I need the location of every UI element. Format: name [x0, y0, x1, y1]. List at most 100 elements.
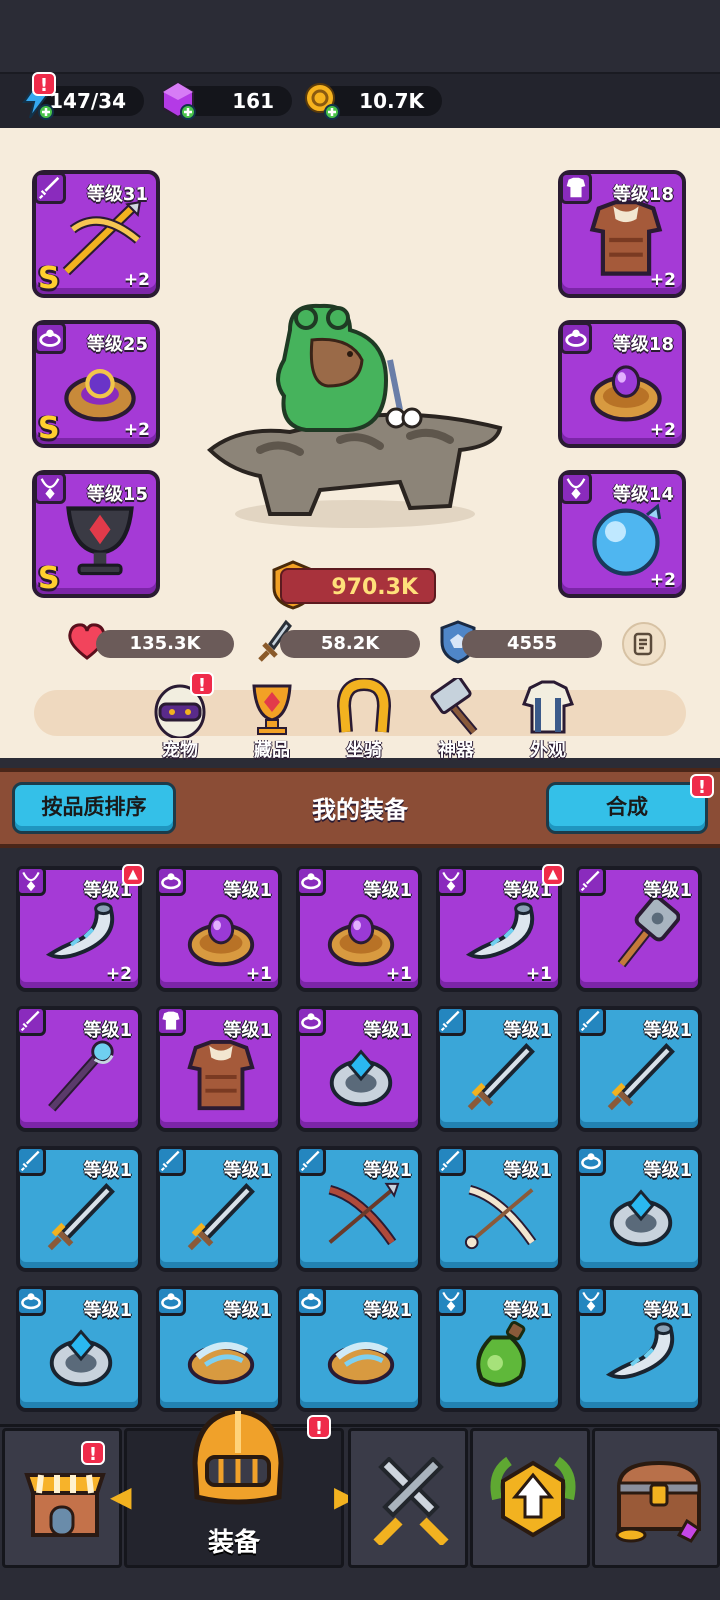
equipment-card[interactable]: 等级1 — [436, 1146, 562, 1272]
equipment-card[interactable]: 等级1 — [16, 1006, 142, 1132]
slot-level: 等级31 — [86, 184, 148, 205]
menu-item-label: 神器 — [438, 740, 474, 761]
item-level: 等级1 — [223, 1300, 272, 1321]
ring-icon — [296, 866, 326, 896]
sort-button-label: 按品质排序 — [41, 795, 147, 819]
merge-button[interactable]: 合成 — [546, 782, 708, 834]
upgrade-icon — [490, 1456, 576, 1538]
equipment-card[interactable]: 等级1 — [296, 1006, 422, 1132]
hero-character — [200, 300, 510, 540]
item-level: 等级1 — [83, 1020, 132, 1041]
crystal-ring-icon — [609, 1189, 673, 1247]
equipment-card[interactable]: 等级1 — [576, 1286, 702, 1412]
gem-icon[interactable] — [156, 78, 200, 122]
menu-item-trophy[interactable]: 藏品 — [232, 676, 312, 761]
nav-tab-battle[interactable] — [348, 1428, 468, 1568]
combat-power-value: 970.3K — [331, 575, 418, 600]
shop-alert-icon: ! — [81, 1441, 105, 1465]
equipment-card[interactable]: 等级1 — [576, 866, 702, 992]
sort-by-quality-button[interactable]: 按品质排序 — [12, 782, 176, 834]
horn-icon — [605, 1322, 675, 1379]
sword-icon — [16, 1146, 46, 1176]
merge-alert-icon: ! — [690, 774, 714, 798]
equipment-card[interactable]: 等级1 — [16, 1146, 142, 1272]
menu-item-outfit[interactable]: 外观 — [508, 676, 588, 761]
equipment-card[interactable]: 等级1 — [156, 1286, 282, 1412]
hammer-icon — [430, 675, 478, 735]
item-level: 等级1 — [643, 1300, 692, 1321]
merge-button-label: 合成 — [606, 795, 648, 819]
ring-icon — [296, 1286, 326, 1316]
equipment-card[interactable]: 等级1 — [436, 1286, 562, 1412]
crossed-swords-icon — [373, 1457, 449, 1545]
menu-item-label: 外观 — [530, 740, 566, 761]
item-level: 等级1 — [223, 1160, 272, 1181]
item-plus: +2 — [105, 964, 132, 984]
sword-icon — [296, 1146, 326, 1176]
slot-grade: S — [38, 261, 60, 296]
menu-alert-icon: ! — [190, 672, 214, 696]
nav-tab-treasure[interactable] — [592, 1428, 720, 1568]
equipment-title: 我的装备 — [260, 790, 460, 825]
menu-item-horseshoe[interactable]: 坐骑 — [324, 676, 404, 761]
slot-grade: S — [38, 411, 60, 446]
nav-tab-equipment[interactable]: 装备 ! — [124, 1408, 344, 1568]
equipment-card[interactable]: 等级1 +2 ▲ — [16, 864, 144, 992]
equipment-card[interactable]: 等级1 +1 — [156, 866, 282, 992]
necklace-icon — [576, 1286, 606, 1316]
crystal-ring-icon — [329, 1049, 393, 1107]
slot-plus: +2 — [649, 420, 676, 440]
horseshoe-icon — [336, 676, 392, 733]
sword-icon — [436, 1006, 466, 1036]
nav-tab-shop[interactable]: ! — [2, 1428, 122, 1568]
equipment-card[interactable]: 等级1 — [296, 1146, 422, 1272]
item-level: 等级1 — [503, 1160, 552, 1181]
equipment-card[interactable]: 等级1 — [576, 1146, 702, 1272]
menu-item-label: 坐骑 — [346, 740, 382, 761]
nav-tab-equipment-label: 装备 — [207, 1528, 260, 1558]
equipment-card[interactable]: 等级1 +1 — [296, 866, 422, 992]
slot-level: 等级14 — [612, 484, 674, 505]
equipped-slot-left-1[interactable]: 等级31 +2 S — [32, 170, 160, 298]
equipped-slot-right-3[interactable]: 等级14 +2 — [558, 470, 686, 598]
chalice-icon — [66, 506, 134, 576]
bone-bow-icon — [464, 1184, 537, 1250]
slot-level: 等级18 — [612, 334, 674, 355]
item-level: 等级1 — [643, 1020, 692, 1041]
slot-plus: +2 — [649, 570, 676, 590]
sword-icon — [47, 1183, 115, 1251]
item-level: 等级1 — [643, 880, 692, 901]
equipment-card[interactable]: 等级1 — [156, 1146, 282, 1272]
equipped-slot-left-2[interactable]: 等级25 +2 S — [32, 320, 160, 448]
outfit-icon — [522, 680, 574, 734]
hp-stat: 135.3K — [96, 630, 234, 658]
menu-item-pet-egg[interactable]: 宠物! — [140, 672, 220, 761]
item-level: 等级1 — [363, 1160, 412, 1181]
equipment-card[interactable]: 等级1 — [296, 1286, 422, 1412]
slot-level: 等级18 — [612, 184, 674, 205]
equipped-slot-left-3[interactable]: 等级15 S — [32, 470, 160, 598]
sword-icon — [187, 1183, 255, 1251]
sword-icon — [467, 1043, 535, 1111]
menu-item-hammer[interactable]: 神器 — [416, 675, 496, 761]
equipped-slot-right-2[interactable]: 等级18 +2 — [558, 320, 686, 448]
coin-icon[interactable] — [300, 78, 344, 122]
equipment-card[interactable]: 等级1 — [156, 1006, 282, 1132]
equipment-card[interactable]: 等级1 — [436, 1006, 562, 1132]
helmet-icon — [192, 1408, 284, 1505]
equipment-alert-icon: ! — [307, 1415, 331, 1439]
slot-level: 等级15 — [86, 484, 148, 505]
nav-tab-upgrade[interactable] — [470, 1428, 590, 1568]
coins-value: 10.7K — [359, 89, 424, 113]
item-level: 等级1 — [363, 1300, 412, 1321]
stats-detail-button[interactable] — [622, 622, 666, 666]
item-level: 等级1 — [223, 880, 272, 901]
equipment-card[interactable]: 等级1 +1 ▲ — [436, 864, 564, 992]
nav-left-arrow-icon[interactable]: ◀ — [110, 1480, 132, 1513]
equipped-slot-right-1[interactable]: 等级18 +2 — [558, 170, 686, 298]
slot-plus: +2 — [123, 420, 150, 440]
equipment-card[interactable]: 等级1 — [576, 1006, 702, 1132]
equipment-card[interactable]: 等级1 — [16, 1286, 142, 1412]
energy-value: 147/34 — [49, 89, 126, 113]
necklace-icon — [16, 866, 46, 896]
